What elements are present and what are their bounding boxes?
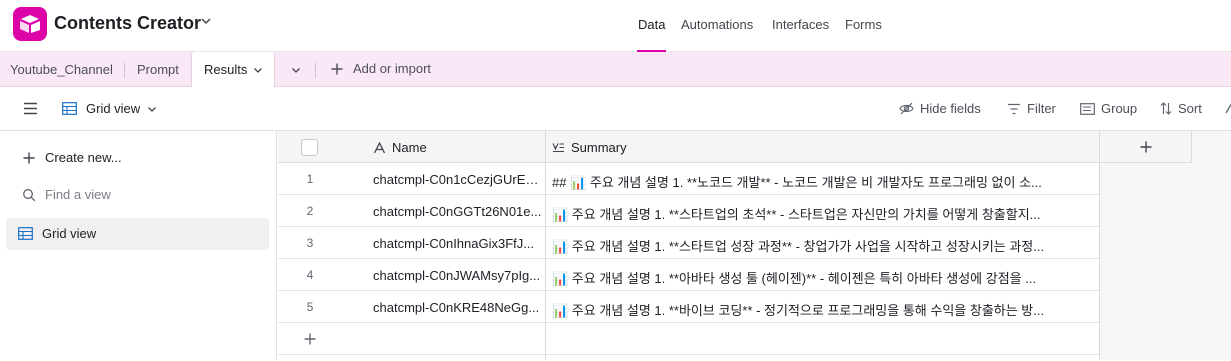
tables-menu-chevron-icon[interactable] [290,64,302,76]
view-switcher[interactable]: Grid view [62,101,158,116]
column-header-name[interactable]: Name [373,140,427,155]
find-view-placeholder: Find a view [45,187,111,202]
column-divider [545,131,546,360]
eye-slash-icon [899,102,914,115]
nav-interfaces[interactable]: Interfaces [772,17,829,32]
nav-data[interactable]: Data [638,17,665,32]
sort-label: Sort [1178,101,1202,116]
add-field-button[interactable] [1100,131,1192,163]
hamburger-menu-icon[interactable] [23,102,38,115]
tab-youtube-channel[interactable]: Youtube_Channel [10,62,113,77]
name-cell[interactable]: chatcmpl-C0nKRE48NeGg... [373,300,543,315]
add-or-import-button[interactable]: Add or import [330,61,431,76]
sidebar-item-label: Grid view [42,226,97,241]
tab-prompt[interactable]: Prompt [137,62,179,77]
hide-fields-label: Hide fields [920,101,981,116]
plus-icon [1140,141,1151,152]
select-all-checkbox[interactable] [301,139,318,156]
column-header-summary[interactable]: Summary [552,140,627,155]
row-number: 4 [306,268,314,282]
row-number: 3 [306,236,314,250]
add-or-import-label: Add or import [353,61,432,76]
airtable-logo-icon [20,15,40,33]
row-number: 2 [306,204,314,218]
add-record-row[interactable] [278,323,1100,355]
search-icon [23,188,36,201]
table-row[interactable]: 4 chatcmpl-C0nJWAMsy7pIg... 📊 주요 개념 설명 1… [278,259,1100,291]
text-field-icon [373,141,386,153]
row-number: 1 [306,172,314,186]
table-tabs: Youtube_Channel Prompt Results Add or im… [0,52,1231,88]
grid-header: Name Summary [278,131,1100,163]
group-label: Group [1101,101,1138,116]
filter-icon [1008,103,1020,114]
summary-cell[interactable]: 📊 주요 개념 설명 1. **아바타 생성 툴 (헤이젠)** - 헤이젠은 … [552,268,1094,287]
grid-view-icon [62,102,77,115]
sidebar-item-grid-view[interactable]: Grid view [18,226,96,241]
name-cell[interactable]: chatcmpl-C0nGGTt26N01e... [373,204,543,219]
base-title[interactable]: Contents Creator [54,13,201,34]
summary-cell[interactable]: ## 📊 주요 개념 설명 1. **노코드 개발** - 노코드 개발은 비 … [552,172,1094,191]
app-logo[interactable] [13,7,47,41]
table-row[interactable]: 5 chatcmpl-C0nKRE48NeGg... 📊 주요 개념 설명 1.… [278,291,1100,323]
plus-icon [23,152,35,163]
row-number: 5 [306,300,314,314]
column-label: Name [392,140,427,155]
tab-divider [124,63,125,78]
group-button[interactable]: Group [1080,101,1137,116]
filter-label: Filter [1027,101,1056,116]
name-cell[interactable]: chatcmpl-C0nIhnaGix3FfJ... [373,236,543,251]
views-sidebar: Create new... Find a view Grid view [0,131,277,360]
sort-icon [1160,102,1172,115]
records-grid: Name Summary 1 chatcmpl-C0n1cCezjGUrEg..… [278,131,1231,361]
view-name: Grid view [86,101,141,116]
table-row[interactable]: 3 chatcmpl-C0nIhnaGix3FfJ... 📊 주요 개념 설명 … [278,227,1100,259]
name-cell[interactable]: chatcmpl-C0n1cCezjGUrEg... [373,172,543,187]
create-new-label: Create new... [45,150,122,165]
table-row[interactable]: 1 chatcmpl-C0n1cCezjGUrEg... ## 📊 주요 개념 … [278,163,1100,195]
summary-cell[interactable]: 📊 주요 개념 설명 1. **바이브 코딩** - 정기적으로 프로그래밍을 … [552,300,1094,319]
group-icon [1080,102,1095,115]
chevron-down-icon[interactable] [199,14,213,28]
hide-fields-button[interactable]: Hide fields [899,101,981,116]
view-toolbar: Grid view Hide fields Filter Group Sort [0,87,1231,131]
plus-icon [331,63,343,74]
plus-icon [304,333,316,345]
sort-button[interactable]: Sort [1160,101,1202,116]
chevron-down-icon [148,106,157,112]
app-header: Contents Creator Data Automations Interf… [0,0,1231,52]
create-new-view-button[interactable]: Create new... [22,150,122,165]
filter-button[interactable]: Filter [1007,101,1056,116]
column-divider [1099,131,1100,360]
grid-footer [278,355,1100,361]
column-label: Summary [571,140,627,155]
color-icon[interactable] [1224,101,1231,115]
tab-results-label: Results [204,62,248,77]
long-text-icon [552,142,564,152]
summary-cell[interactable]: 📊 주요 개념 설명 1. **스타트업 성장 과정** - 창업가가 사업을 … [552,236,1094,255]
name-cell[interactable]: chatcmpl-C0nJWAMsy7pIg... [373,268,543,283]
tab-results[interactable]: Results [191,52,275,88]
table-row[interactable]: 2 chatcmpl-C0nGGTt26N01e... 📊 주요 개념 설명 1… [278,195,1100,227]
chevron-down-icon[interactable] [252,64,264,76]
grid-view-icon [18,227,33,240]
summary-cell[interactable]: 📊 주요 개념 설명 1. **스타트업의 초석** - 스타트업은 자신만의 … [552,204,1094,223]
find-view-search[interactable]: Find a view [22,187,111,202]
nav-forms[interactable]: Forms [845,17,882,32]
nav-automations[interactable]: Automations [681,17,753,32]
tab-divider [315,63,316,78]
